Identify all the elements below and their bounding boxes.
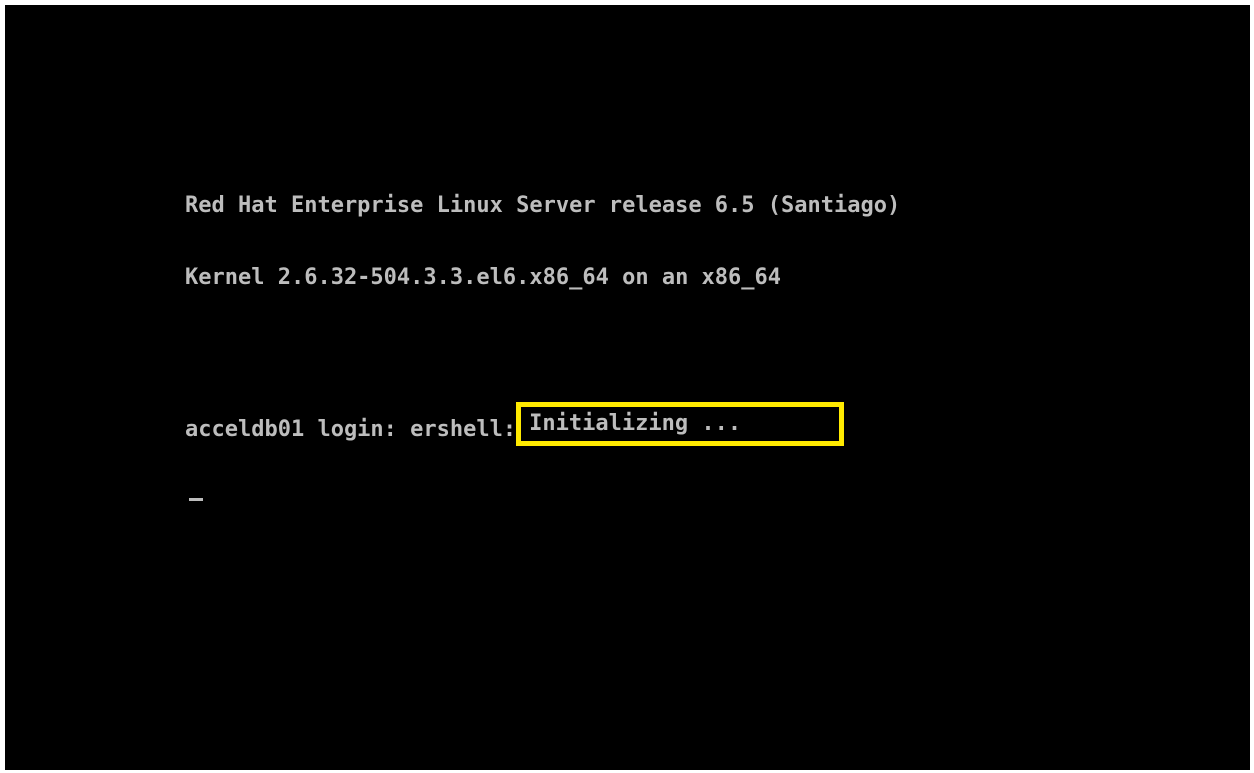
console-output: Red Hat Enterprise Linux Server release … (185, 146, 900, 549)
login-line: acceldb01 login: ershell: Initializing ..… (185, 402, 900, 450)
login-prompt: acceldb01 login: ershell: (185, 417, 517, 442)
os-release-line: Red Hat Enterprise Linux Server release … (185, 193, 901, 218)
status-text: Initializing ... (529, 411, 742, 436)
kernel-line: Kernel 2.6.32-504.3.3.el6.x86_64 on an x… (185, 265, 782, 290)
text-cursor (189, 498, 203, 501)
status-highlight-box: Initializing ... (516, 402, 845, 446)
console-screen[interactable]: Red Hat Enterprise Linux Server release … (5, 5, 1250, 770)
